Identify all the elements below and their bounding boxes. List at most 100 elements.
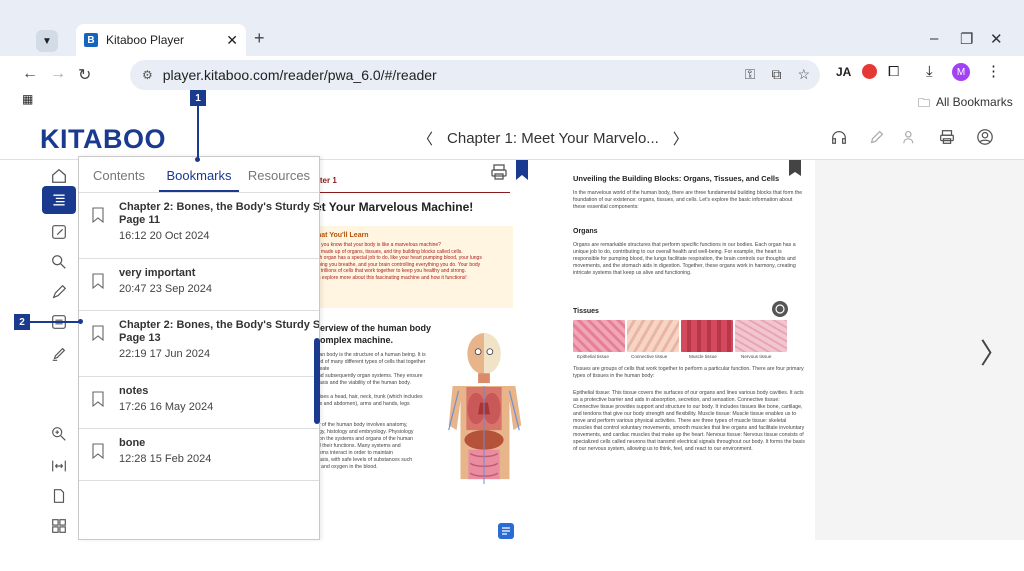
learn-line: 's explore more about this fascinating m… — [317, 274, 467, 281]
highlighter-icon[interactable] — [868, 128, 886, 146]
connective-tissue-image — [627, 320, 679, 352]
right-page: Unveiling the Building Blocks: Organs, T… — [565, 160, 815, 540]
callout-badge-1: 1 — [190, 90, 206, 106]
callout-badge-2: 2 — [14, 314, 30, 330]
overview-line: sed of many different types of cells tha… — [315, 359, 426, 372]
callout-leader-2 — [30, 321, 80, 323]
menu-dots-icon[interactable]: ⋮ — [986, 62, 1001, 80]
tab-bookmarks[interactable]: Bookmarks — [159, 157, 239, 192]
all-bookmarks-link[interactable]: All Bookmarks — [936, 95, 1013, 109]
panel-tabs: Contents Bookmarks Resources — [79, 157, 319, 193]
tab-search-button[interactable]: ▼ — [36, 30, 58, 52]
tissue-caption: Muscle tissue — [689, 354, 717, 359]
fit-width-icon[interactable] — [42, 452, 76, 480]
tab-contents[interactable]: Contents — [79, 157, 159, 192]
next-chapter-icon[interactable]: 〉 — [673, 128, 688, 149]
overview-heading-line: complex machine. — [315, 335, 394, 345]
page-bookmark-gray-icon[interactable] — [789, 160, 801, 176]
learn-line: d you know that your body is like a marv… — [317, 242, 441, 248]
bookmark-date: 16:12 20 Oct 2024 — [119, 230, 210, 242]
tab-resources[interactable]: Resources — [239, 157, 319, 192]
read-aloud-icon[interactable] — [830, 128, 848, 146]
bookmark-star-icon[interactable]: ☆ — [797, 66, 810, 83]
share-users-icon[interactable] — [902, 128, 920, 146]
page-icon[interactable] — [42, 482, 76, 510]
chapter-title[interactable]: Chapter 1: Meet Your Marvelo... — [447, 130, 659, 147]
minimize-icon[interactable]: – — [930, 30, 938, 47]
bookmark-date: 20:47 23 Sep 2024 — [119, 283, 212, 295]
learn-line: s trillions of cells that work together … — [317, 268, 466, 275]
bookmark-item[interactable]: notes 17:26 16 May 2024 — [79, 377, 319, 429]
table-of-contents-icon[interactable] — [42, 186, 76, 214]
url-text: player.kitaboo.com/reader/pwa_6.0/#/read… — [162, 67, 437, 83]
close-tab-icon[interactable]: ✕ — [226, 32, 238, 49]
back-icon[interactable]: ← — [22, 65, 38, 83]
marker-icon[interactable] — [42, 340, 76, 368]
book-spread: pter 1 et Your Marvelous Machine! hat Yo… — [305, 160, 815, 540]
bookmark-page: Page 13 — [119, 332, 161, 344]
learn-box: hat You'll Learn d you know that your bo… — [313, 226, 513, 308]
forward-icon[interactable]: → — [50, 65, 66, 83]
nervous-tissue-image — [735, 320, 787, 352]
next-page-icon[interactable]: 〉 — [980, 332, 1008, 372]
organs-heading: Organs — [573, 228, 598, 235]
address-bar[interactable]: ⚙ player.kitaboo.com/reader/pwa_6.0/#/re… — [130, 60, 820, 90]
browser-tab[interactable]: B Kitaboo Player ✕ — [76, 24, 246, 56]
restore-icon[interactable]: ❐ — [960, 30, 973, 48]
extension-ja-icon[interactable]: JA — [836, 65, 851, 79]
zoom-in-icon[interactable] — [42, 420, 76, 448]
overview-line: s. — [315, 408, 435, 415]
profile-icon[interactable] — [976, 128, 994, 146]
tissues-heading: Tissues — [573, 308, 599, 315]
profile-avatar[interactable]: M — [952, 63, 970, 81]
annotation-icon[interactable] — [42, 218, 76, 246]
download-icon[interactable]: ⤓ — [926, 63, 933, 80]
close-window-icon[interactable]: ✕ — [990, 30, 1003, 48]
new-tab-button[interactable]: + — [254, 28, 265, 49]
reload-icon[interactable]: ↻ — [78, 65, 91, 85]
extension-red-icon[interactable] — [862, 64, 877, 79]
open-in-app-icon[interactable]: ⧉ — [771, 66, 781, 83]
password-key-icon[interactable]: ⚿ — [745, 66, 756, 83]
overview-line: man body is the structure of a human bei… — [315, 352, 426, 358]
page-print-icon[interactable] — [489, 162, 509, 182]
tissue-caption: Epithelial tissue — [577, 354, 609, 359]
overview-line — [315, 387, 435, 394]
overview-line: logy, histology and embryology. Physiolo… — [315, 429, 414, 435]
muscle-tissue-image — [681, 320, 733, 352]
bookmark-icon — [92, 325, 104, 341]
bookmark-title: very important — [119, 267, 196, 279]
bookmark-item[interactable]: very important 20:47 23 Sep 2024 — [79, 259, 319, 311]
ai-assistant-icon[interactable] — [771, 300, 789, 318]
overview-line: ar and oxygen in the blood. — [315, 464, 378, 470]
panel-resize-handle[interactable] — [314, 338, 320, 424]
chapter-nav: 〈 Chapter 1: Meet Your Marvelo... 〉 — [418, 128, 688, 149]
page-bookmark-filled-icon[interactable] — [515, 160, 529, 180]
prev-chapter-icon[interactable]: 〈 — [418, 128, 433, 149]
site-info-icon[interactable]: ⚙ — [142, 68, 153, 82]
overview-line: stasis, with safe levels of substances s… — [315, 457, 413, 463]
bookmark-item[interactable]: bone 12:28 15 Feb 2024 — [79, 429, 319, 481]
bookmark-item[interactable]: Chapter 2: Bones, the Body's Sturdy Scaf… — [79, 193, 319, 259]
bookmark-icon — [92, 391, 104, 407]
anatomy-illustration — [448, 333, 522, 484]
tissue-caption: Connective tissue — [631, 354, 668, 359]
sticky-note-icon[interactable] — [497, 522, 515, 540]
print-icon[interactable] — [938, 128, 956, 146]
pen-icon[interactable] — [42, 278, 76, 306]
apps-grid-icon[interactable]: ▦ — [22, 92, 33, 106]
callout-dot-1 — [195, 157, 200, 162]
overview-line: rax and abdomen), arms and hands, legs — [315, 401, 410, 407]
extensions-puzzle-icon[interactable]: ⧠ — [888, 63, 899, 80]
bookmark-title: Chapter 2: Bones, the Body's Sturdy Scaf… — [119, 319, 319, 331]
learn-line: s made up of organs, tissues, and tiny b… — [317, 248, 463, 255]
bookmark-item[interactable]: Chapter 2: Bones, the Body's Sturdy Scaf… — [79, 311, 319, 377]
search-icon[interactable] — [42, 248, 76, 276]
thumbnails-grid-icon[interactable] — [42, 512, 76, 540]
bookmark-icon — [92, 443, 104, 459]
bookmark-page: Page 11 — [119, 214, 160, 226]
overview-line: and subsequently organ systems. They ens… — [315, 373, 423, 379]
overview-line: prises a head, hair, neck, trunk (which … — [315, 394, 423, 400]
bookmark-date: 12:28 15 Feb 2024 — [119, 453, 212, 465]
bookmark-title: Chapter 2: Bones, the Body's Sturdy Scaf… — [119, 201, 319, 213]
